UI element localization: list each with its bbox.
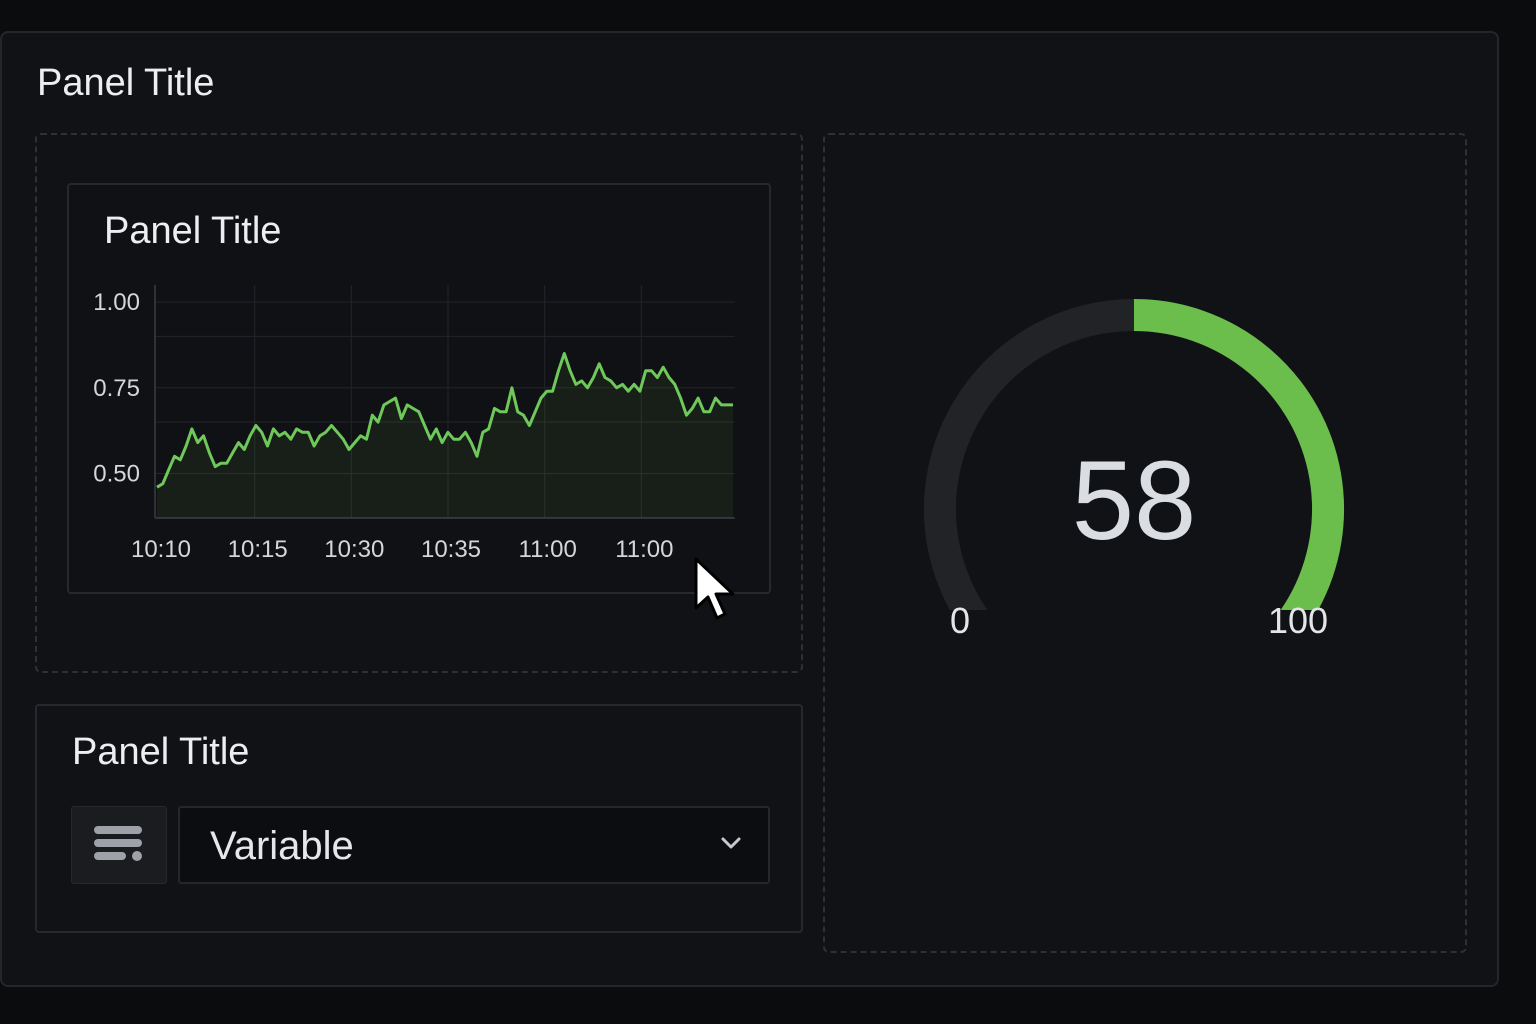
mouse-cursor-icon [694, 557, 735, 620]
x-tick-label: 11:00 [615, 536, 673, 563]
variable-select[interactable]: Variable [178, 806, 770, 884]
filter-list-icon-glyph [94, 826, 142, 861]
x-tick-label: 10:35 [421, 536, 481, 563]
graph-panel-title: Panel Title [104, 210, 282, 252]
variable-select-value: Variable [210, 824, 354, 868]
gauge-min-label: 0 [950, 600, 971, 641]
filter-list-icon[interactable] [71, 806, 167, 884]
time-series-chart[interactable]: 1.00 0.75 0.50 10:10 10:15 10:30 10:35 11:00 11:… [68, 270, 768, 580]
x-tick-label: 10:10 [131, 536, 191, 563]
y-tick-label: 0.50 [93, 460, 140, 487]
gauge-value: 58 [1071, 438, 1197, 563]
y-tick-label: 1.00 [93, 289, 140, 316]
gauge-max-label: 100 [1268, 600, 1329, 641]
variable-panel-title: Panel Title [72, 731, 250, 773]
chevron-down-icon [721, 837, 741, 849]
y-tick-label: 0.75 [93, 375, 140, 402]
x-tick-label: 10:30 [324, 536, 384, 563]
panel-title: Panel Title [37, 62, 215, 104]
x-tick-label: 11:00 [519, 536, 577, 563]
x-tick-label: 10:15 [228, 536, 288, 563]
